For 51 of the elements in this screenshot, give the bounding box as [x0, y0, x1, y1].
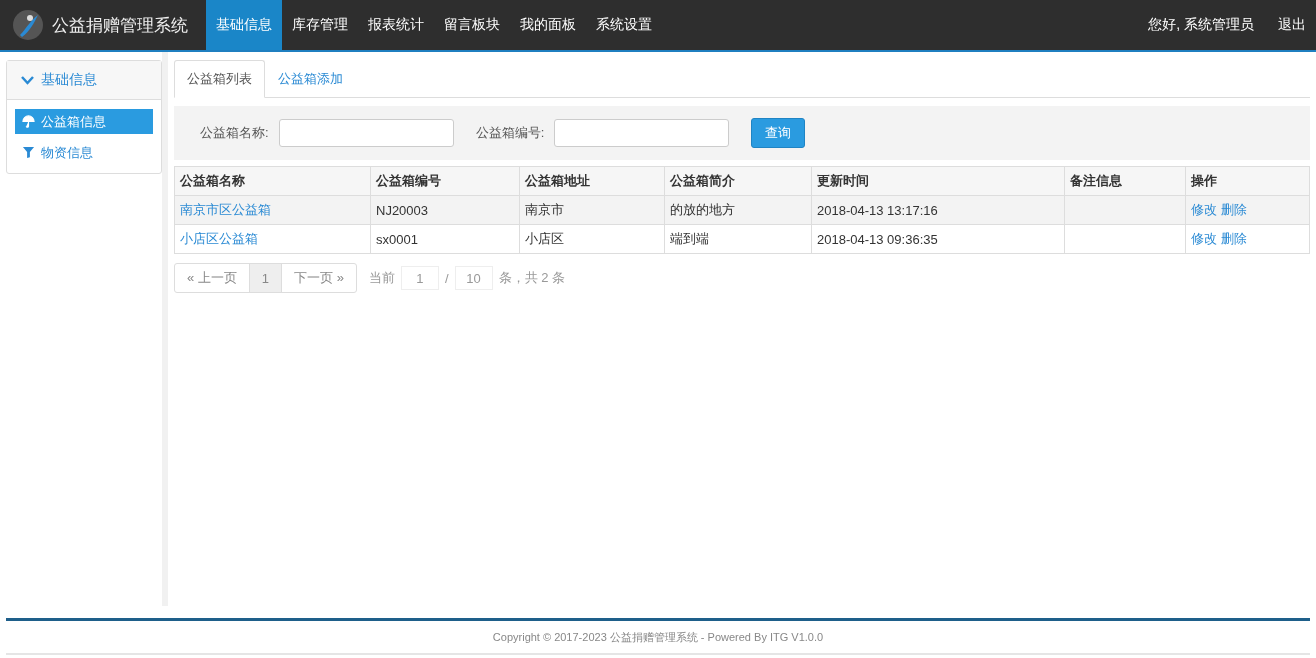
edit-link[interactable]: 修改 — [1191, 230, 1217, 248]
app-title: 公益捐赠管理系统 — [52, 14, 188, 37]
nav-tab[interactable]: 系统设置 — [586, 0, 662, 50]
page-size-input[interactable]: 10 — [454, 266, 493, 290]
field-label: 公益箱名称: — [200, 124, 269, 142]
separator-text: / — [444, 270, 449, 286]
next-page-button[interactable]: 下一页 » — [281, 264, 356, 292]
nav-tab[interactable]: 报表统计 — [358, 0, 434, 50]
column-header: 公益箱简介 — [664, 166, 812, 196]
tab[interactable]: 公益箱添加 — [265, 60, 356, 98]
column-header: 公益箱名称 — [174, 166, 371, 196]
page-button[interactable]: 1 — [248, 264, 282, 292]
logout-link[interactable]: 退出 — [1278, 16, 1306, 34]
table-cell: 小店区 — [519, 224, 665, 254]
table-cell: 南京市 — [519, 195, 665, 225]
input-field[interactable] — [554, 119, 730, 147]
funnel-icon — [22, 146, 35, 159]
input-field[interactable] — [278, 119, 454, 147]
table-cell: 的放的地方 — [664, 195, 812, 225]
column-header: 备注信息 — [1064, 166, 1186, 196]
delete-link[interactable]: 删除 — [1221, 201, 1247, 219]
table-cell: 端到端 — [664, 224, 812, 254]
nav-tab[interactable]: 我的面板 — [510, 0, 586, 50]
sidebar-item[interactable]: 物资信息 — [15, 140, 153, 165]
column-header: 公益箱地址 — [519, 166, 665, 196]
nav-tab[interactable]: 基础信息 — [206, 0, 282, 50]
delete-link[interactable]: 删除 — [1221, 230, 1247, 248]
column-header: 更新时间 — [811, 166, 1065, 196]
user-greeting: 您好, 系统管理员 — [1148, 16, 1254, 34]
nav-tab[interactable]: 库存管理 — [282, 0, 358, 50]
field-label: 公益箱编号: — [475, 124, 545, 142]
tab[interactable]: 公益箱列表 — [174, 60, 265, 98]
prev-page-button[interactable]: « 上一页 — [175, 264, 249, 292]
name-link[interactable]: 小店区公益箱 — [180, 231, 258, 246]
nav-tab[interactable]: 留言板块 — [434, 0, 510, 50]
logo-icon — [12, 9, 44, 41]
total-count-text: 条，共 2 条 — [498, 269, 565, 287]
page-label: 当前 — [368, 269, 395, 287]
edit-link[interactable]: 修改 — [1191, 201, 1217, 219]
table-cell: sx0001 — [370, 224, 520, 254]
column-header: 操作 — [1185, 166, 1310, 196]
table-cell: 2018-04-13 13:17:16 — [811, 195, 1065, 225]
sidebar-item[interactable]: 公益箱信息 — [15, 109, 153, 134]
copyright-text: Copyright © 2017-2023 公益捐赠管理系统 - Powered By ITG V1.0.0 — [492, 629, 824, 645]
column-header: 公益箱编号 — [370, 166, 520, 196]
page-input[interactable]: 1 — [400, 266, 439, 290]
umbrella-icon — [22, 115, 35, 128]
search-button[interactable]: 查询 — [751, 118, 806, 148]
table-cell: 2018-04-13 09:36:35 — [811, 224, 1065, 254]
menu-group-title[interactable]: 基础信息 — [41, 71, 97, 89]
table-cell: NJ20003 — [370, 195, 520, 225]
